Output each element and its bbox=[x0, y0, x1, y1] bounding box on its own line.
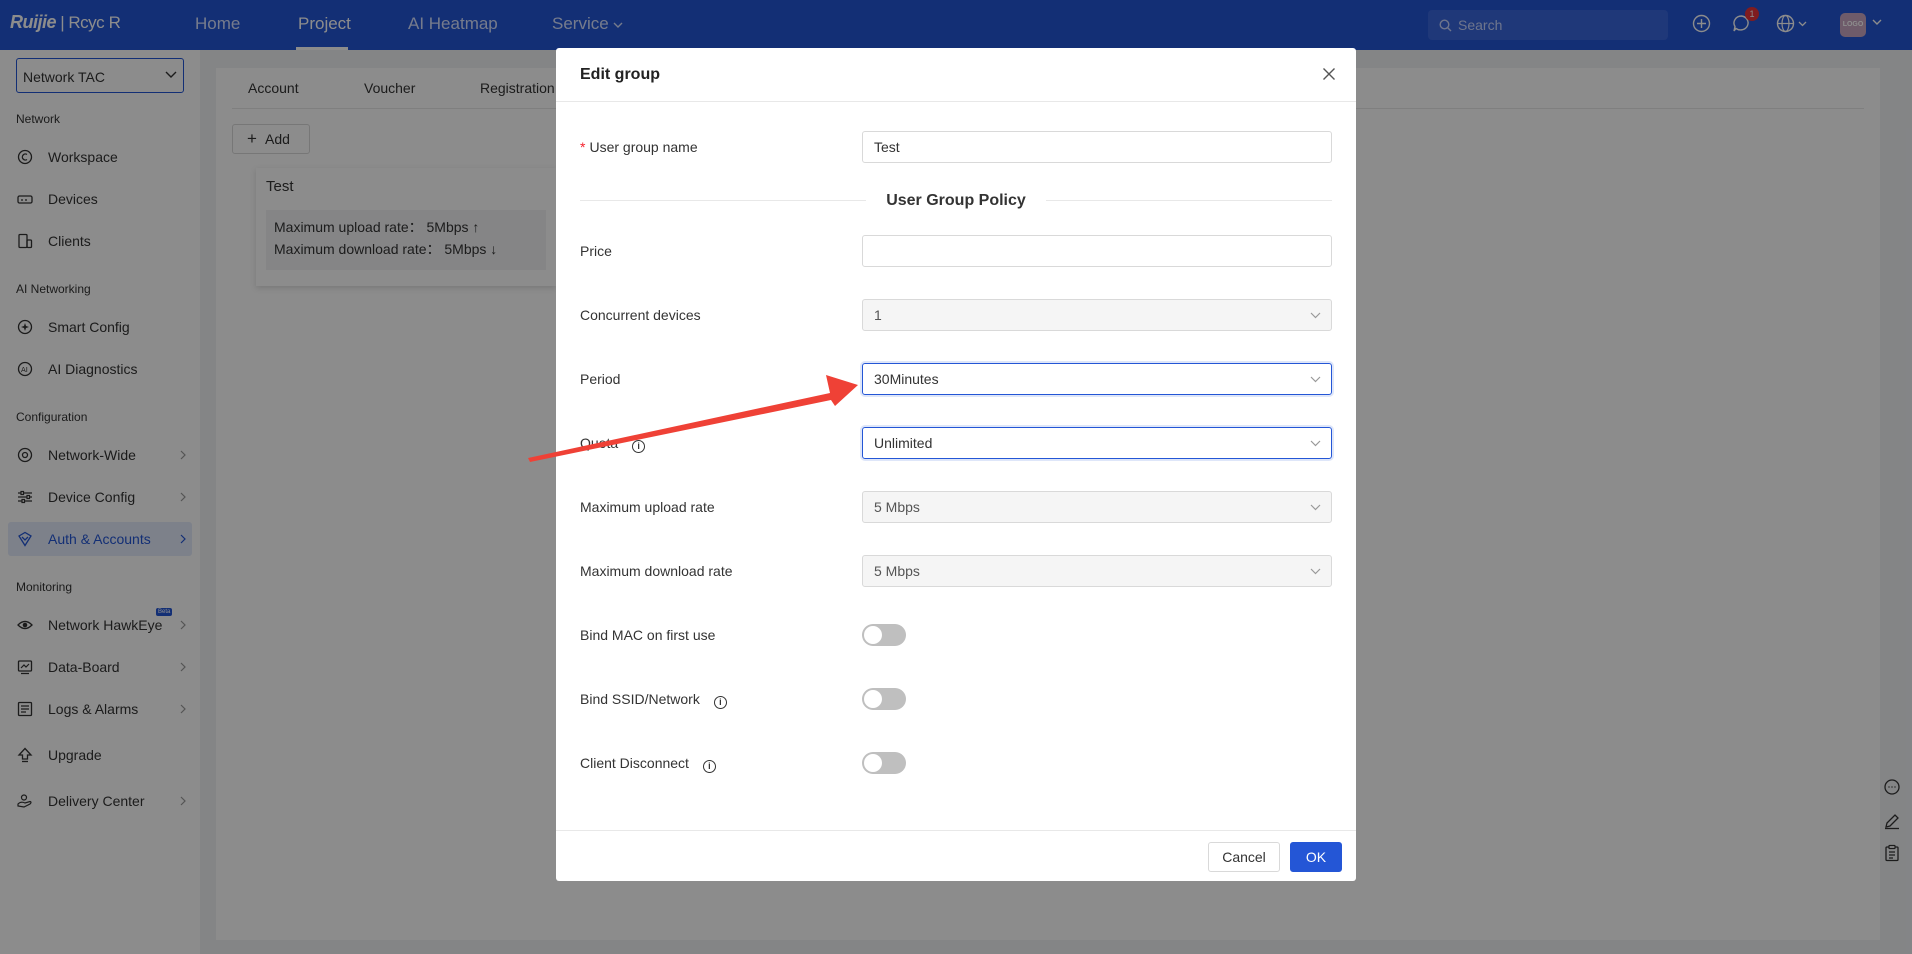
price-input[interactable] bbox=[862, 235, 1332, 267]
client-disconnect-toggle[interactable] bbox=[862, 752, 906, 774]
dialog-header: Edit group bbox=[556, 48, 1356, 102]
max-download-value: 5 Mbps bbox=[874, 563, 920, 579]
group-name-input[interactable]: Test bbox=[862, 131, 1332, 163]
chevron-down-icon bbox=[1310, 504, 1321, 511]
close-icon[interactable] bbox=[1322, 67, 1336, 81]
info-icon[interactable]: i bbox=[632, 440, 646, 453]
concurrent-devices-value: 1 bbox=[874, 307, 882, 323]
client-disconnect-label-text: Client Disconnect bbox=[580, 755, 689, 771]
required-asterisk: * bbox=[580, 139, 586, 155]
group-name-value: Test bbox=[874, 139, 900, 155]
concurrent-devices-label: Concurrent devices bbox=[580, 307, 701, 323]
quota-select[interactable]: Unlimited bbox=[862, 427, 1332, 459]
max-upload-select[interactable]: 5 Mbps bbox=[862, 491, 1332, 523]
group-name-label: * User group name bbox=[580, 139, 698, 155]
toggle-knob bbox=[864, 754, 882, 772]
group-name-label-text: User group name bbox=[589, 139, 698, 155]
max-upload-value: 5 Mbps bbox=[874, 499, 920, 515]
quota-label-text: Quota bbox=[580, 435, 619, 451]
info-icon[interactable]: i bbox=[713, 696, 727, 709]
policy-section-title: User Group Policy bbox=[886, 192, 1026, 209]
bind-ssid-label: Bind SSID/Network i bbox=[580, 691, 727, 709]
chevron-down-icon bbox=[1310, 312, 1321, 319]
period-value: 30Minutes bbox=[874, 371, 939, 387]
chevron-down-icon bbox=[1310, 440, 1321, 447]
bind-mac-label: Bind MAC on first use bbox=[580, 627, 716, 643]
toggle-knob bbox=[864, 626, 882, 644]
quota-label: Quota i bbox=[580, 435, 646, 453]
edit-group-dialog: Edit group * User group name Test User Gr… bbox=[556, 48, 1356, 881]
dialog-footer-divider bbox=[556, 830, 1356, 831]
max-upload-label: Maximum upload rate bbox=[580, 499, 715, 515]
period-label: Period bbox=[580, 371, 621, 387]
bind-mac-toggle[interactable] bbox=[862, 624, 906, 646]
max-download-select[interactable]: 5 Mbps bbox=[862, 555, 1332, 587]
concurrent-devices-select[interactable]: 1 bbox=[862, 299, 1332, 331]
dialog-title: Edit group bbox=[580, 66, 660, 83]
ok-button[interactable]: OK bbox=[1290, 842, 1342, 872]
client-disconnect-label: Client Disconnect i bbox=[580, 755, 716, 773]
bind-ssid-toggle[interactable] bbox=[862, 688, 906, 710]
cancel-button[interactable]: Cancel bbox=[1208, 842, 1280, 872]
bind-ssid-label-text: Bind SSID/Network bbox=[580, 691, 700, 707]
price-label: Price bbox=[580, 243, 612, 259]
period-select[interactable]: 30Minutes bbox=[862, 363, 1332, 395]
toggle-knob bbox=[864, 690, 882, 708]
chevron-down-icon bbox=[1310, 568, 1321, 575]
info-icon[interactable]: i bbox=[702, 760, 716, 773]
max-download-label: Maximum download rate bbox=[580, 563, 733, 579]
chevron-down-icon bbox=[1310, 376, 1321, 383]
quota-value: Unlimited bbox=[874, 435, 933, 451]
